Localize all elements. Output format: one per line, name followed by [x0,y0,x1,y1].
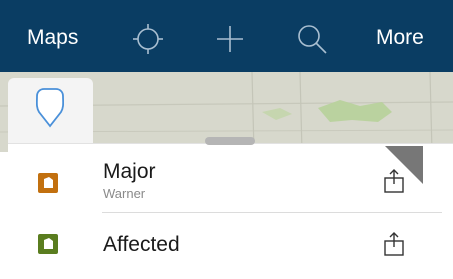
list-item-affected[interactable]: Affected [8,213,453,275]
feature-marker-icon [38,173,58,193]
drag-handle[interactable] [205,137,255,145]
list-item-major[interactable]: Major Warner [8,146,453,212]
plus-icon[interactable] [213,22,247,56]
more-button[interactable]: More [376,26,424,50]
share-icon[interactable] [383,231,405,257]
top-navigation-bar: Maps More [0,0,453,78]
feature-title: Major [103,160,156,183]
feature-title: Affected [103,233,180,256]
feature-subtitle: Warner [103,186,146,201]
maps-button[interactable]: Maps [27,26,78,50]
search-icon[interactable] [295,22,329,56]
locate-icon[interactable] [131,22,165,56]
share-icon[interactable] [383,168,405,194]
map-pin-icon [36,88,64,128]
feature-marker-icon [38,234,58,254]
pin-tab[interactable] [8,78,93,152]
